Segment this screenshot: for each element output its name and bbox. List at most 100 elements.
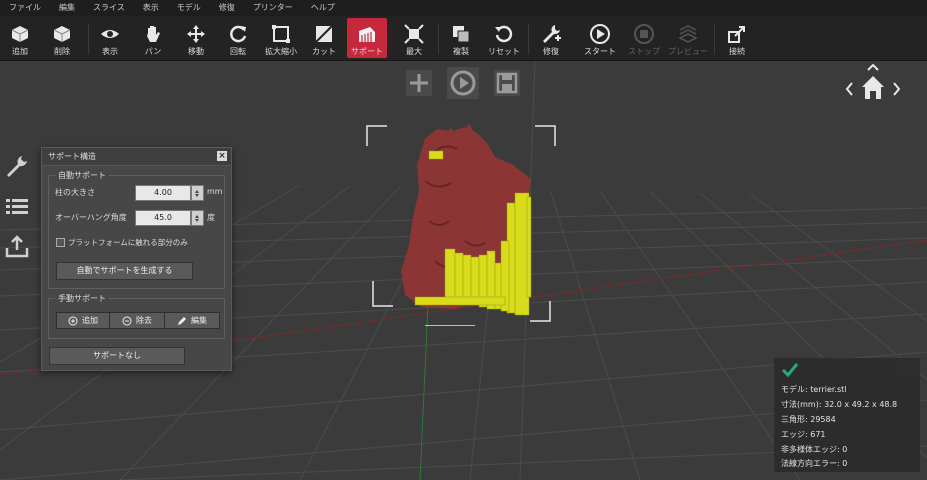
support-button[interactable]: サポート (347, 18, 387, 58)
stop-button[interactable]: ストップ (624, 18, 664, 58)
viewport-play-icon[interactable] (447, 67, 479, 99)
model-dimensions: 寸法(mm): 32.0 x 49.2 x 48.8 (781, 400, 898, 409)
menu-edit[interactable]: 編集 (50, 0, 84, 16)
manual-support-title: 手動サポート (55, 293, 109, 304)
add-support-button[interactable]: 追加 (56, 312, 110, 329)
connect-button[interactable]: 接続 (717, 18, 757, 58)
overhang-stepper[interactable] (191, 210, 204, 226)
no-support-button[interactable]: サポートなし (49, 347, 185, 365)
home-icon (862, 76, 884, 99)
menu-view[interactable]: 表示 (134, 0, 168, 16)
auto-support-group: 自動サポート 柱の大きさ 4.00 mm オーバーハング角度 45.0 度 プラ… (48, 170, 225, 289)
remove-support-label: 除去 (136, 316, 152, 325)
connect-label: 接続 (729, 47, 745, 56)
maximize-button[interactable]: 最大 (394, 18, 434, 58)
menu-slice[interactable]: スライス (84, 0, 134, 16)
separator (528, 24, 529, 54)
repair-label: 修復 (543, 47, 559, 56)
pillar-size-label: 柱の大きさ (55, 188, 95, 197)
model-normal-errors: 法線方向エラー: 0 (781, 459, 848, 468)
wrench-icon[interactable] (4, 153, 30, 179)
model-non-manifold: 非多様体エッジ: 0 (781, 445, 848, 454)
toolbar: 追加 削除 表示 パン 移動 回転 拡大縮小 カット サポート 最大 複製 リセ… (0, 16, 927, 61)
start-label: スタート (584, 47, 616, 56)
add-label: 追加 (12, 47, 28, 56)
menu-repair[interactable]: 修復 (210, 0, 244, 16)
menu-help[interactable]: ヘルプ (302, 0, 344, 16)
model-terrier[interactable] (365, 121, 560, 326)
rotate-icon (230, 25, 247, 43)
separator (714, 24, 715, 54)
separator (88, 24, 89, 54)
preview-icon (678, 25, 698, 43)
pillar-size-unit: mm (207, 187, 223, 196)
edit-support-button[interactable]: 編集 (164, 312, 220, 329)
rotate-button[interactable]: 回転 (218, 18, 258, 58)
model-triangles: 三角形: 29584 (781, 415, 836, 424)
cut-button[interactable]: カット (304, 18, 344, 58)
add-support-label: 追加 (82, 316, 98, 325)
nav-left-icon (845, 82, 853, 96)
maximize-label: 最大 (406, 47, 422, 56)
manual-support-group: 手動サポート 追加 除去 編集 (48, 293, 225, 339)
support-label: サポート (351, 47, 383, 56)
pencil-icon (178, 316, 186, 325)
upload-icon[interactable] (4, 234, 30, 260)
move-arrows-icon (187, 25, 205, 43)
pan-label: パン (144, 47, 162, 56)
reset-label: リセット (488, 47, 520, 56)
pan-button[interactable]: パン (133, 18, 173, 58)
menu-printer[interactable]: プリンター (244, 0, 302, 16)
view-button[interactable]: 表示 (90, 18, 130, 58)
view-label: 表示 (102, 47, 118, 56)
start-button[interactable]: スタート (580, 18, 620, 58)
repair-button[interactable]: 修復 (531, 18, 571, 58)
repair-icon (543, 25, 561, 43)
maximize-icon (404, 24, 424, 44)
menu-file[interactable]: ファイル (0, 0, 50, 16)
scale-button[interactable]: 拡大縮小 (261, 18, 301, 58)
overhang-input[interactable]: 45.0 (135, 210, 191, 226)
overhang-unit: 度 (207, 213, 215, 222)
duplicate-button[interactable]: 複製 (441, 18, 481, 58)
menu-model[interactable]: モデル (168, 0, 210, 16)
preview-label: プレビュー (668, 47, 708, 56)
delete-button[interactable]: 削除 (42, 18, 82, 58)
model-name: モデル: terrier.stl (781, 385, 847, 394)
model-info-panel: モデル: terrier.stl 寸法(mm): 32.0 x 49.2 x 4… (774, 358, 920, 472)
pillar-size-input[interactable]: 4.00 (135, 185, 191, 201)
move-label: 移動 (188, 47, 204, 56)
reset-button[interactable]: リセット (484, 18, 524, 58)
close-icon[interactable]: × (217, 151, 227, 161)
separator (438, 24, 439, 54)
duplicate-label: 複製 (453, 47, 469, 56)
add-cube-icon (11, 26, 29, 42)
cut-label: カット (312, 47, 336, 56)
viewport-save-icon[interactable] (494, 70, 520, 96)
pillar-size-stepper[interactable] (191, 185, 204, 201)
reset-icon (495, 25, 513, 43)
camera-nav[interactable] (844, 63, 902, 109)
preview-button[interactable]: プレビュー (668, 18, 708, 58)
edit-support-label: 編集 (191, 316, 207, 325)
duplicate-icon (453, 26, 470, 43)
model-edges: エッジ: 671 (781, 430, 826, 439)
remove-support-button[interactable]: 除去 (109, 312, 165, 329)
add-button[interactable]: 追加 (0, 18, 40, 58)
rotate-label: 回転 (230, 47, 246, 56)
move-button[interactable]: 移動 (176, 18, 216, 58)
list-icon[interactable] (4, 194, 30, 220)
generate-support-button[interactable]: 自動でサポートを生成する (56, 262, 193, 280)
stop-icon (634, 24, 654, 44)
platform-only-checkbox[interactable] (56, 238, 65, 247)
support-panel: サポート構造 × 自動サポート 柱の大きさ 4.00 mm オーバーハング角度 … (41, 147, 232, 371)
minus-circle-icon (122, 316, 132, 325)
hand-icon (147, 26, 160, 42)
play-icon (590, 24, 610, 44)
auto-support-title: 自動サポート (55, 170, 109, 181)
menu-bar: ファイル 編集 スライス 表示 モデル 修復 プリンター ヘルプ (0, 0, 927, 16)
support-icon (359, 27, 375, 42)
scale-icon (272, 25, 290, 43)
viewport-add-icon[interactable] (406, 70, 432, 96)
plus-circle-icon (68, 316, 78, 325)
